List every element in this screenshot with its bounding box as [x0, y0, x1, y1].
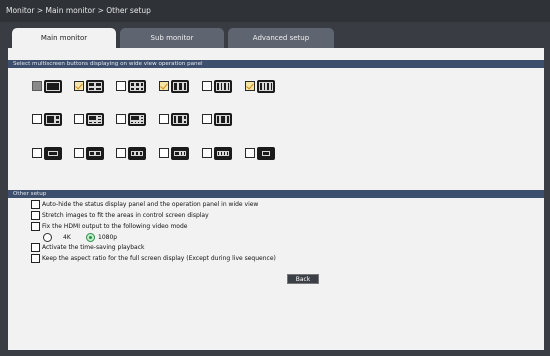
radio-4k[interactable] — [43, 233, 52, 242]
multiscreen-button-1-2[interactable] — [32, 113, 62, 126]
other-setup-section-header: Other setup — [8, 190, 544, 198]
split-1-7-screen-icon — [128, 113, 146, 126]
multiscreen-checkbox[interactable] — [116, 114, 126, 124]
option-checkbox[interactable] — [31, 211, 40, 220]
option-checkbox[interactable] — [31, 222, 40, 231]
multiscreen-button-six[interactable] — [116, 80, 146, 93]
multiscreen-button-wide-3[interactable] — [116, 147, 146, 160]
wide-6-screen-icon — [214, 147, 232, 160]
tab-sub-monitor[interactable]: Sub monitor — [120, 28, 224, 48]
wide-8-screen-icon — [257, 147, 275, 160]
multiscreen-checkbox[interactable] — [159, 114, 169, 124]
tab-advanced-setup[interactable]: Advanced setup — [228, 28, 334, 48]
radio-1080p[interactable] — [86, 233, 95, 242]
multiscreen-button-nine[interactable] — [159, 80, 189, 93]
back-button[interactable]: Back — [287, 274, 319, 284]
multiscreen-section-header: Select multiscreen buttons displaying on… — [8, 60, 544, 68]
multiscreen-checkbox[interactable] — [32, 148, 42, 158]
split-1-5-screen-icon — [86, 113, 104, 126]
multiscreen-button-1-7[interactable] — [116, 113, 146, 126]
nine-screen-icon — [171, 80, 189, 93]
multiscreen-checkbox[interactable] — [32, 114, 42, 124]
single-screen-icon — [44, 80, 62, 93]
wide-1-screen-icon — [44, 147, 62, 160]
multiscreen-button-2-8[interactable] — [159, 113, 189, 126]
wide-3-screen-icon — [128, 147, 146, 160]
tab-bar: Main monitor Sub monitor Advanced setup — [0, 22, 550, 48]
wide-2-screen-icon — [86, 147, 104, 160]
option-checkbox[interactable] — [31, 243, 40, 252]
wide-4-screen-icon — [171, 147, 189, 160]
sixteen-screen-icon — [257, 80, 275, 93]
multiscreen-button-1-5[interactable] — [74, 113, 104, 126]
multiscreen-checkbox[interactable] — [159, 81, 169, 91]
multiscreen-button-1-12[interactable] — [202, 113, 232, 126]
settings-panel — [8, 48, 544, 350]
multiscreen-checkbox — [32, 81, 42, 91]
quad-screen-icon — [86, 80, 104, 93]
multiscreen-button-wide-2[interactable] — [74, 147, 104, 160]
option-checkbox[interactable] — [31, 254, 40, 263]
six-screen-icon — [128, 80, 146, 93]
multiscreen-button-wide-4[interactable] — [159, 147, 189, 160]
split-1-12-screen-icon — [214, 113, 232, 126]
multiscreen-checkbox[interactable] — [202, 114, 212, 124]
four-col-screen-icon — [214, 80, 232, 93]
multiscreen-checkbox[interactable] — [74, 81, 84, 91]
multiscreen-button-sixteen[interactable] — [245, 80, 275, 93]
multiscreen-checkbox[interactable] — [74, 148, 84, 158]
multiscreen-button-wide-6[interactable] — [202, 147, 232, 160]
split-1-2-screen-icon — [44, 113, 62, 126]
multiscreen-checkbox[interactable] — [116, 148, 126, 158]
multiscreen-button-single[interactable] — [32, 80, 62, 93]
breadcrumb: Monitor > Main monitor > Other setup — [0, 0, 550, 22]
multiscreen-checkbox[interactable] — [202, 148, 212, 158]
multiscreen-button-four-col[interactable] — [202, 80, 232, 93]
multiscreen-checkbox[interactable] — [74, 114, 84, 124]
multiscreen-checkbox[interactable] — [116, 81, 126, 91]
multiscreen-button-wide-1[interactable] — [32, 147, 62, 160]
multiscreen-checkbox[interactable] — [202, 81, 212, 91]
multiscreen-button-wide-8[interactable] — [245, 147, 275, 160]
multiscreen-checkbox[interactable] — [245, 81, 255, 91]
multiscreen-button-quad[interactable] — [74, 80, 104, 93]
split-2-8-screen-icon — [171, 113, 189, 126]
tab-main-monitor[interactable]: Main monitor — [12, 28, 116, 48]
option-checkbox[interactable] — [31, 200, 40, 209]
multiscreen-checkbox[interactable] — [159, 148, 169, 158]
multiscreen-checkbox[interactable] — [245, 148, 255, 158]
